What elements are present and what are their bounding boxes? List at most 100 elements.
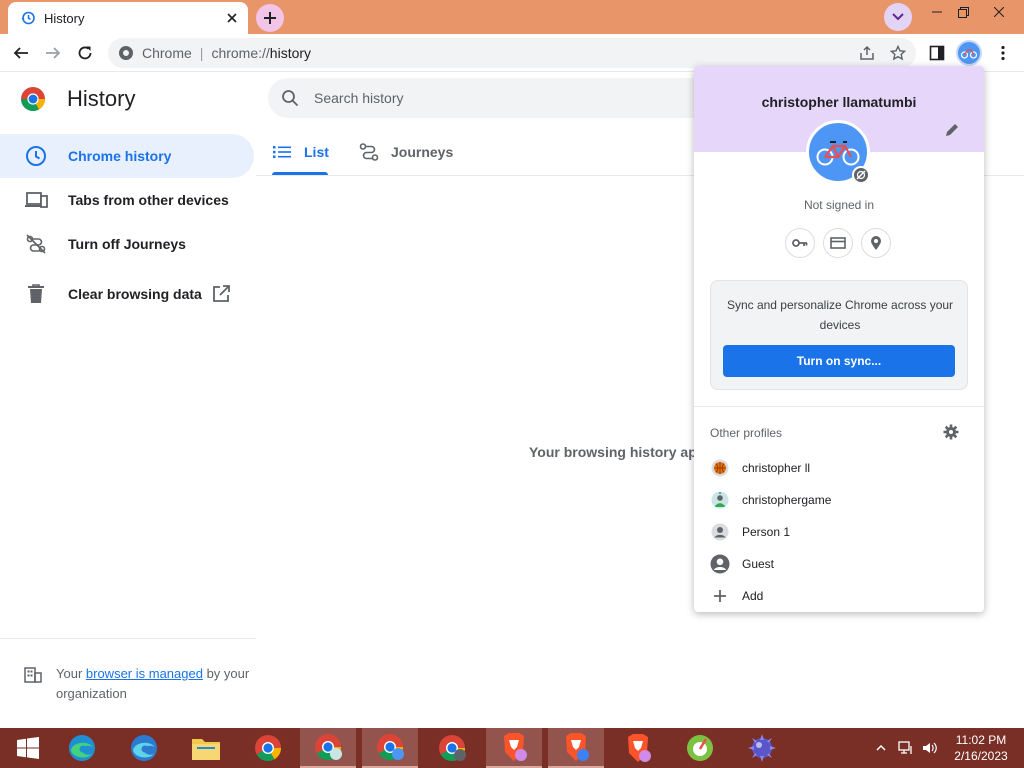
start-button[interactable]	[0, 728, 56, 768]
add-profile-button[interactable]: Add	[694, 580, 984, 612]
sidebar-item-label: Chrome history	[68, 148, 172, 164]
person-icon	[710, 522, 730, 542]
sign-in-status: Not signed in	[803, 198, 875, 212]
reload-button[interactable]	[70, 38, 100, 68]
sidebar-item-label: Clear browsing data	[68, 286, 202, 302]
building-icon	[24, 665, 42, 683]
volume-icon[interactable]	[920, 728, 940, 768]
profile-label: Guest	[742, 557, 775, 571]
basketball-avatar-icon	[710, 458, 730, 478]
sync-promo: Sync and personalize Chrome across your …	[710, 280, 968, 390]
close-window-button[interactable]	[984, 0, 1014, 24]
forward-button[interactable]	[38, 38, 68, 68]
sidebar-item-tabs-other-devices[interactable]: Tabs from other devices	[0, 178, 254, 222]
profile-row-christopher-ll[interactable]: christopher ll	[694, 452, 984, 484]
search-icon	[280, 88, 300, 108]
profile-label: christophergame	[742, 493, 832, 507]
payment-methods-button[interactable]	[823, 228, 853, 258]
chrome-page-icon	[118, 45, 134, 61]
title-bar: History	[0, 0, 1024, 34]
taskbar-edge-beta-icon[interactable]	[116, 728, 172, 768]
taskbar-clock[interactable]: 11:02 PM 2/16/2023	[950, 732, 1012, 764]
close-tab-icon[interactable]	[220, 6, 244, 30]
omnibox-separator: |	[199, 45, 204, 61]
search-placeholder: Search history	[314, 90, 404, 106]
profile-name: christopher llamatumbi	[761, 94, 917, 110]
taskbar-brave-3-icon[interactable]	[610, 728, 666, 768]
taskbar-edge-icon[interactable]	[54, 728, 110, 768]
popup-divider	[694, 406, 984, 407]
journeys-icon	[359, 142, 379, 162]
game-avatar-icon	[710, 490, 730, 510]
taskbar-chrome-profile-2-icon[interactable]	[300, 728, 356, 768]
not-synced-badge-icon	[852, 166, 870, 184]
history-icon	[20, 10, 36, 26]
taskbar-chrome-active-icon[interactable]	[362, 728, 418, 768]
manage-profiles-gear-icon[interactable]	[943, 424, 961, 442]
profile-row-person-1[interactable]: Person 1	[694, 516, 984, 548]
browser-managed-link[interactable]: browser is managed	[86, 666, 203, 681]
edit-pencil-icon[interactable]	[944, 122, 962, 140]
tab-search-button[interactable]	[884, 3, 912, 31]
omnibox-url-prefix: chrome://	[211, 45, 270, 61]
devices-icon	[24, 188, 48, 212]
profile-label: Add	[742, 589, 764, 603]
address-bar[interactable]: Chrome | chrome:// history	[108, 38, 916, 68]
sidebar-item-turn-off-journeys[interactable]: Turn off Journeys	[0, 222, 254, 266]
windows-logo-icon	[17, 737, 39, 759]
network-icon[interactable]	[896, 728, 916, 768]
sidebar-divider	[0, 638, 256, 639]
active-tab-indicator	[272, 172, 328, 175]
taskbar-file-explorer-icon[interactable]	[178, 728, 234, 768]
taskbar-game-icon[interactable]	[734, 728, 790, 768]
tab-label: Journeys	[391, 144, 454, 160]
browser-tab-history[interactable]: History	[8, 2, 248, 34]
bookmark-star-icon[interactable]	[887, 42, 909, 64]
list-icon	[272, 142, 292, 162]
clock-date: 2/16/2023	[954, 749, 1008, 763]
new-tab-button[interactable]	[256, 4, 284, 32]
sidebar-item-clear-browsing-data[interactable]: Clear browsing data	[0, 272, 254, 316]
profile-label: christopher ll	[742, 461, 811, 475]
tab-list[interactable]: List	[272, 130, 329, 174]
profile-row-christophergame[interactable]: christophergame	[694, 484, 984, 516]
windows-taskbar: 11:02 PM 2/16/2023	[0, 728, 1024, 768]
omnibox-url-host: history	[269, 45, 312, 61]
profile-row-guest[interactable]: Guest	[694, 548, 984, 580]
addresses-button[interactable]	[861, 228, 891, 258]
more-menu-icon[interactable]	[988, 38, 1018, 68]
location-pin-icon	[871, 236, 881, 250]
sidebar-item-chrome-history[interactable]: Chrome history	[0, 134, 254, 178]
taskbar-green-app-icon[interactable]	[672, 728, 728, 768]
empty-history-message: Your browsing history appe	[529, 444, 714, 460]
back-button[interactable]	[6, 38, 36, 68]
managed-text: Your browser is managed by your organiza…	[56, 664, 256, 704]
restore-button[interactable]	[948, 0, 978, 24]
plus-icon	[710, 586, 730, 606]
profile-avatar-button[interactable]	[954, 38, 984, 68]
trash-icon	[24, 282, 48, 306]
taskbar-brave-2-icon[interactable]	[548, 728, 604, 768]
guest-icon	[710, 554, 730, 574]
tab-title: History	[44, 10, 85, 26]
taskbar-brave-icon[interactable]	[486, 728, 542, 768]
search-history-field[interactable]: Search history	[268, 78, 728, 118]
taskbar-chrome-icon[interactable]	[240, 728, 296, 768]
passwords-button[interactable]	[785, 228, 815, 258]
clock-time: 11:02 PM	[955, 733, 1007, 747]
open-external-icon	[212, 285, 230, 303]
tab-journeys[interactable]: Journeys	[359, 130, 453, 174]
other-profiles-title: Other profiles	[710, 426, 783, 440]
share-icon[interactable]	[856, 42, 878, 64]
tray-overflow-chevron-icon[interactable]	[872, 728, 890, 768]
clock-icon	[24, 144, 48, 168]
profile-label: Person 1	[742, 525, 791, 539]
bicycle-icon	[816, 141, 860, 166]
profile-menu-popup: christopher llamatumbi Not signed in Syn…	[694, 66, 984, 612]
turn-on-sync-button[interactable]: Turn on sync...	[723, 345, 955, 377]
taskbar-chrome-profile-3-icon[interactable]	[424, 728, 480, 768]
managed-prefix: Your	[56, 666, 86, 681]
sidebar-item-label: Turn off Journeys	[68, 236, 186, 252]
tab-label: List	[304, 144, 329, 160]
side-panel-button[interactable]	[922, 38, 952, 68]
